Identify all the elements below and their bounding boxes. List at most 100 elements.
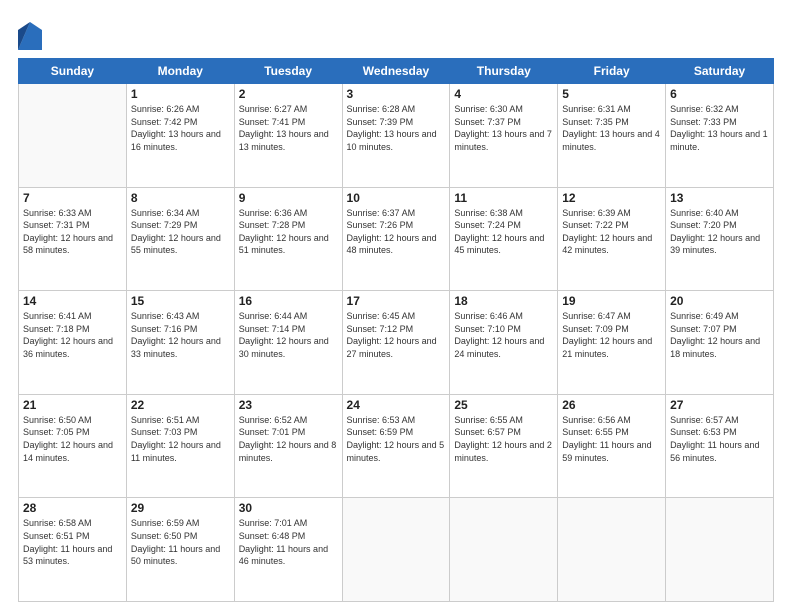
calendar-cell: 29 Sunrise: 6:59 AMSunset: 6:50 PMDayligh… <box>126 498 234 602</box>
cell-info: Sunrise: 6:59 AMSunset: 6:50 PMDaylight:… <box>131 517 230 567</box>
day-number: 1 <box>131 87 230 101</box>
day-number: 26 <box>562 398 661 412</box>
day-number: 22 <box>131 398 230 412</box>
calendar-cell: 18 Sunrise: 6:46 AMSunset: 7:10 PMDayligh… <box>450 291 558 395</box>
calendar-cell: 23 Sunrise: 6:52 AMSunset: 7:01 PMDayligh… <box>234 394 342 498</box>
cell-info: Sunrise: 6:34 AMSunset: 7:29 PMDaylight:… <box>131 207 230 257</box>
day-number: 19 <box>562 294 661 308</box>
cell-info: Sunrise: 6:52 AMSunset: 7:01 PMDaylight:… <box>239 414 338 464</box>
calendar-cell: 15 Sunrise: 6:43 AMSunset: 7:16 PMDayligh… <box>126 291 234 395</box>
calendar-cell: 26 Sunrise: 6:56 AMSunset: 6:55 PMDayligh… <box>558 394 666 498</box>
page: SundayMondayTuesdayWednesdayThursdayFrid… <box>0 0 792 612</box>
day-number: 30 <box>239 501 338 515</box>
day-number: 14 <box>23 294 122 308</box>
calendar-cell <box>558 498 666 602</box>
day-number: 24 <box>347 398 446 412</box>
cell-info: Sunrise: 6:33 AMSunset: 7:31 PMDaylight:… <box>23 207 122 257</box>
day-number: 23 <box>239 398 338 412</box>
calendar-cell: 19 Sunrise: 6:47 AMSunset: 7:09 PMDayligh… <box>558 291 666 395</box>
calendar-cell: 14Sunrise: 6:41 AMSunset: 7:18 PMDayligh… <box>19 291 127 395</box>
calendar-cell: 1 Sunrise: 6:26 AMSunset: 7:42 PMDaylight… <box>126 84 234 188</box>
day-number: 10 <box>347 191 446 205</box>
calendar-cell: 20 Sunrise: 6:49 AMSunset: 7:07 PMDayligh… <box>666 291 774 395</box>
weekday-header-row: SundayMondayTuesdayWednesdayThursdayFrid… <box>19 59 774 84</box>
day-number: 15 <box>131 294 230 308</box>
calendar-cell: 27Sunrise: 6:57 AMSunset: 6:53 PMDayligh… <box>666 394 774 498</box>
cell-info: Sunrise: 6:57 AMSunset: 6:53 PMDaylight:… <box>670 414 769 464</box>
day-number: 13 <box>670 191 769 205</box>
calendar-cell: 30 Sunrise: 7:01 AMSunset: 6:48 PMDayligh… <box>234 498 342 602</box>
day-number: 25 <box>454 398 553 412</box>
cell-info: Sunrise: 6:39 AMSunset: 7:22 PMDaylight:… <box>562 207 661 257</box>
cell-info: Sunrise: 6:26 AMSunset: 7:42 PMDaylight:… <box>131 103 230 153</box>
cell-info: Sunrise: 6:31 AMSunset: 7:35 PMDaylight:… <box>562 103 661 153</box>
cell-info: Sunrise: 6:43 AMSunset: 7:16 PMDaylight:… <box>131 310 230 360</box>
calendar-cell <box>19 84 127 188</box>
weekday-header-sunday: Sunday <box>19 59 127 84</box>
calendar-cell: 12 Sunrise: 6:39 AMSunset: 7:22 PMDayligh… <box>558 187 666 291</box>
cell-info: Sunrise: 6:47 AMSunset: 7:09 PMDaylight:… <box>562 310 661 360</box>
calendar-cell: 6 Sunrise: 6:32 AMSunset: 7:33 PMDaylight… <box>666 84 774 188</box>
cell-info: Sunrise: 6:44 AMSunset: 7:14 PMDaylight:… <box>239 310 338 360</box>
day-number: 7 <box>23 191 122 205</box>
day-number: 9 <box>239 191 338 205</box>
calendar-cell: 17Sunrise: 6:45 AMSunset: 7:12 PMDayligh… <box>342 291 450 395</box>
cell-info: Sunrise: 6:28 AMSunset: 7:39 PMDaylight:… <box>347 103 446 153</box>
calendar-cell: 8 Sunrise: 6:34 AMSunset: 7:29 PMDaylight… <box>126 187 234 291</box>
weekday-header-monday: Monday <box>126 59 234 84</box>
calendar-cell: 9 Sunrise: 6:36 AMSunset: 7:28 PMDaylight… <box>234 187 342 291</box>
calendar-cell: 28 Sunrise: 6:58 AMSunset: 6:51 PMDayligh… <box>19 498 127 602</box>
day-number: 12 <box>562 191 661 205</box>
day-number: 18 <box>454 294 553 308</box>
week-row-3: 21 Sunrise: 6:50 AMSunset: 7:05 PMDayligh… <box>19 394 774 498</box>
cell-info: Sunrise: 6:56 AMSunset: 6:55 PMDaylight:… <box>562 414 661 464</box>
cell-info: Sunrise: 6:58 AMSunset: 6:51 PMDaylight:… <box>23 517 122 567</box>
day-number: 28 <box>23 501 122 515</box>
calendar-cell: 4 Sunrise: 6:30 AMSunset: 7:37 PMDaylight… <box>450 84 558 188</box>
week-row-4: 28 Sunrise: 6:58 AMSunset: 6:51 PMDayligh… <box>19 498 774 602</box>
calendar-cell: 11Sunrise: 6:38 AMSunset: 7:24 PMDayligh… <box>450 187 558 291</box>
cell-info: Sunrise: 6:50 AMSunset: 7:05 PMDaylight:… <box>23 414 122 464</box>
calendar-cell: 5 Sunrise: 6:31 AMSunset: 7:35 PMDaylight… <box>558 84 666 188</box>
calendar-cell: 16Sunrise: 6:44 AMSunset: 7:14 PMDayligh… <box>234 291 342 395</box>
calendar-cell: 22 Sunrise: 6:51 AMSunset: 7:03 PMDayligh… <box>126 394 234 498</box>
weekday-header-friday: Friday <box>558 59 666 84</box>
cell-info: Sunrise: 6:49 AMSunset: 7:07 PMDaylight:… <box>670 310 769 360</box>
calendar-cell <box>666 498 774 602</box>
day-number: 20 <box>670 294 769 308</box>
calendar-cell: 24 Sunrise: 6:53 AMSunset: 6:59 PMDayligh… <box>342 394 450 498</box>
calendar-cell: 21 Sunrise: 6:50 AMSunset: 7:05 PMDayligh… <box>19 394 127 498</box>
weekday-header-wednesday: Wednesday <box>342 59 450 84</box>
cell-info: Sunrise: 6:46 AMSunset: 7:10 PMDaylight:… <box>454 310 553 360</box>
week-row-1: 7 Sunrise: 6:33 AMSunset: 7:31 PMDaylight… <box>19 187 774 291</box>
cell-info: Sunrise: 6:36 AMSunset: 7:28 PMDaylight:… <box>239 207 338 257</box>
calendar-cell <box>450 498 558 602</box>
cell-info: Sunrise: 6:40 AMSunset: 7:20 PMDaylight:… <box>670 207 769 257</box>
cell-info: Sunrise: 6:53 AMSunset: 6:59 PMDaylight:… <box>347 414 446 464</box>
cell-info: Sunrise: 7:01 AMSunset: 6:48 PMDaylight:… <box>239 517 338 567</box>
day-number: 29 <box>131 501 230 515</box>
cell-info: Sunrise: 6:55 AMSunset: 6:57 PMDaylight:… <box>454 414 553 464</box>
cell-info: Sunrise: 6:32 AMSunset: 7:33 PMDaylight:… <box>670 103 769 153</box>
day-number: 4 <box>454 87 553 101</box>
day-number: 21 <box>23 398 122 412</box>
week-row-2: 14Sunrise: 6:41 AMSunset: 7:18 PMDayligh… <box>19 291 774 395</box>
header <box>18 18 774 50</box>
day-number: 8 <box>131 191 230 205</box>
weekday-header-saturday: Saturday <box>666 59 774 84</box>
calendar-cell: 10Sunrise: 6:37 AMSunset: 7:26 PMDayligh… <box>342 187 450 291</box>
day-number: 5 <box>562 87 661 101</box>
calendar-cell: 13 Sunrise: 6:40 AMSunset: 7:20 PMDayligh… <box>666 187 774 291</box>
week-row-0: 1 Sunrise: 6:26 AMSunset: 7:42 PMDaylight… <box>19 84 774 188</box>
cell-info: Sunrise: 6:30 AMSunset: 7:37 PMDaylight:… <box>454 103 553 153</box>
cell-info: Sunrise: 6:51 AMSunset: 7:03 PMDaylight:… <box>131 414 230 464</box>
cell-info: Sunrise: 6:45 AMSunset: 7:12 PMDaylight:… <box>347 310 446 360</box>
weekday-header-thursday: Thursday <box>450 59 558 84</box>
weekday-header-tuesday: Tuesday <box>234 59 342 84</box>
calendar-table: SundayMondayTuesdayWednesdayThursdayFrid… <box>18 58 774 602</box>
day-number: 6 <box>670 87 769 101</box>
calendar-cell <box>342 498 450 602</box>
calendar-cell: 7 Sunrise: 6:33 AMSunset: 7:31 PMDaylight… <box>19 187 127 291</box>
cell-info: Sunrise: 6:27 AMSunset: 7:41 PMDaylight:… <box>239 103 338 153</box>
calendar-cell: 2Sunrise: 6:27 AMSunset: 7:41 PMDaylight… <box>234 84 342 188</box>
